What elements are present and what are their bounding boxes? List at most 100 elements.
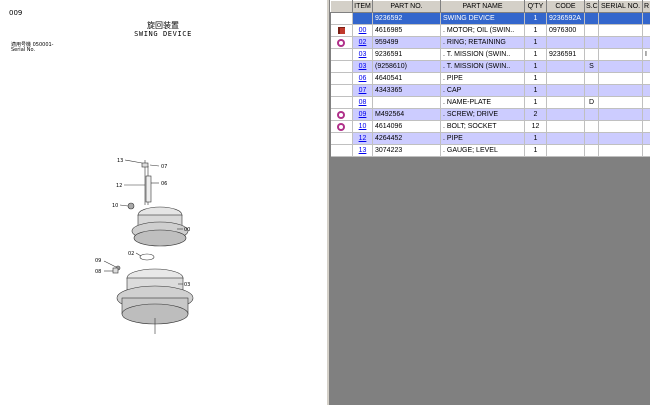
part-name-cell: . SCREW; DRIVE	[440, 108, 525, 121]
callout-08: 08	[95, 269, 101, 275]
table-row[interactable]: 07 4343365. CAP 1	[330, 84, 650, 97]
callout-03: 03	[184, 282, 190, 288]
row-icon-cell	[330, 96, 353, 109]
sc-cell	[584, 12, 599, 25]
table-row[interactable]: 02 959499. RING; RETAINING 1	[330, 36, 650, 49]
sc-cell	[584, 36, 599, 49]
row-icon-cell	[330, 60, 353, 73]
qty-cell: 1	[524, 144, 547, 157]
part-name-cell: . PIPE	[440, 132, 525, 145]
r-cell	[642, 72, 650, 85]
part-no-cell: (9258610)	[372, 60, 441, 73]
part-name-cell: . CAP	[440, 84, 525, 97]
callout-06: 06	[161, 181, 167, 187]
item-cell: 00	[352, 24, 373, 37]
qty-cell: 1	[524, 12, 547, 25]
callout-02: 02	[128, 251, 134, 257]
part-name-cell: . T. MISSION (SWIN..	[440, 48, 525, 61]
item-cell: 08	[352, 96, 373, 109]
serial-cell	[598, 72, 643, 85]
exploded-parts-diagram: 13 07 12 06 10 00 02 09 08 03	[95, 158, 194, 334]
part-name-cell: . GAUGE; LEVEL	[440, 144, 525, 157]
part-no-cell: 3074223	[372, 144, 441, 157]
qty-cell: 1	[524, 96, 547, 109]
r-cell	[642, 60, 650, 73]
table-row[interactable]: 12 4264452. PIPE 1	[330, 132, 650, 145]
col-part-no-header[interactable]: PART NO.	[372, 0, 441, 13]
part-no-cell: 4614096	[372, 120, 441, 133]
code-cell	[546, 84, 585, 97]
col-item-header[interactable]: ITEM	[352, 0, 373, 13]
item-link[interactable]: 06	[359, 75, 367, 82]
sc-cell	[584, 132, 599, 145]
part-no-cell: M492564	[372, 108, 441, 121]
code-cell: 9236591	[546, 48, 585, 61]
table-row[interactable]: 13 3074223. GAUGE; LEVEL 1	[330, 144, 650, 157]
leader-02	[135, 252, 142, 257]
item-link[interactable]: 07	[359, 87, 367, 94]
qty-cell: 12	[524, 120, 547, 133]
serial-cell	[598, 24, 643, 37]
table-row[interactable]: 9236592 SWING DEVICE 1 9236592A	[330, 12, 650, 25]
serial-cell	[598, 132, 643, 145]
part-name-cell: . T. MISSION (SWIN..	[440, 60, 525, 73]
gear-icon[interactable]	[337, 122, 346, 131]
item-link[interactable]: 09	[359, 111, 367, 118]
item-link[interactable]: 10	[359, 123, 367, 130]
item-cell: 10	[352, 120, 373, 133]
gear-icon[interactable]	[337, 110, 346, 119]
table-row[interactable]: 00 4616985. MOTOR; OIL (SWIN.. 1 0976300	[330, 24, 650, 37]
r-cell	[642, 120, 650, 133]
item-link[interactable]: 03	[359, 63, 367, 70]
r-cell	[642, 96, 650, 109]
col-code-header[interactable]: CODE	[546, 0, 585, 13]
qty-cell: 1	[524, 48, 547, 61]
part-name-cell: SWING DEVICE	[440, 12, 525, 25]
code-cell	[546, 120, 585, 133]
col-part-name-header[interactable]: PART NAME	[440, 0, 525, 13]
item-link[interactable]: 00	[359, 27, 367, 34]
table-header: ITEM PART NO. PART NAME Q'TY CODE S.C SE…	[330, 0, 650, 13]
r-cell	[642, 84, 650, 97]
retaining-ring-shape	[139, 253, 155, 261]
table-row[interactable]: 03 9236591. T. MISSION (SWIN.. 1 9236591 I	[330, 48, 650, 61]
item-link[interactable]: 08	[359, 99, 367, 106]
qty-cell: 1	[524, 84, 547, 97]
table-row[interactable]: 03 (9258610). T. MISSION (SWIN.. 1 S	[330, 60, 650, 73]
item-link[interactable]: 12	[359, 135, 367, 142]
callout-10: 10	[112, 203, 118, 209]
code-cell	[546, 108, 585, 121]
table-row[interactable]: 08 . NAME-PLATE 1 D	[330, 96, 650, 109]
code-cell	[546, 36, 585, 49]
col-r-header[interactable]: R	[642, 0, 650, 13]
leader-10	[119, 204, 129, 207]
nameplate-shape	[112, 267, 119, 274]
qty-cell: 1	[524, 132, 547, 145]
row-icon-cell	[330, 120, 353, 133]
item-cell: 03	[352, 48, 373, 61]
table-row[interactable]: 09 M492564. SCREW; DRIVE 2	[330, 108, 650, 121]
item-link[interactable]: 02	[359, 39, 367, 46]
serial-cell	[598, 96, 643, 109]
col-sc-header[interactable]: S.C	[584, 0, 599, 13]
item-link[interactable]: 13	[359, 147, 367, 154]
motor-base	[133, 229, 187, 247]
table-row[interactable]: 10 4614096. BOLT; SOCKET 12	[330, 120, 650, 133]
part-name-cell: . NAME-PLATE	[440, 96, 525, 109]
gear-icon[interactable]	[337, 38, 346, 47]
item-cell: 03	[352, 60, 373, 73]
sc-cell: D	[584, 96, 599, 109]
col-serial-header[interactable]: SERIAL NO.	[598, 0, 643, 13]
r-cell	[642, 36, 650, 49]
table-row[interactable]: 06 4640541. PIPE 1	[330, 72, 650, 85]
r-cell	[642, 24, 650, 37]
serial-cell	[598, 84, 643, 97]
serial-cell	[598, 108, 643, 121]
col-qty-header[interactable]: Q'TY	[524, 0, 547, 13]
part-no-cell: 9236591	[372, 48, 441, 61]
item-link[interactable]: 03	[359, 51, 367, 58]
col-icon-header	[330, 0, 353, 13]
parts-list-pane: ITEM PART NO. PART NAME Q'TY CODE S.C SE…	[330, 0, 650, 405]
book-icon[interactable]	[337, 26, 345, 34]
item-cell: 07	[352, 84, 373, 97]
